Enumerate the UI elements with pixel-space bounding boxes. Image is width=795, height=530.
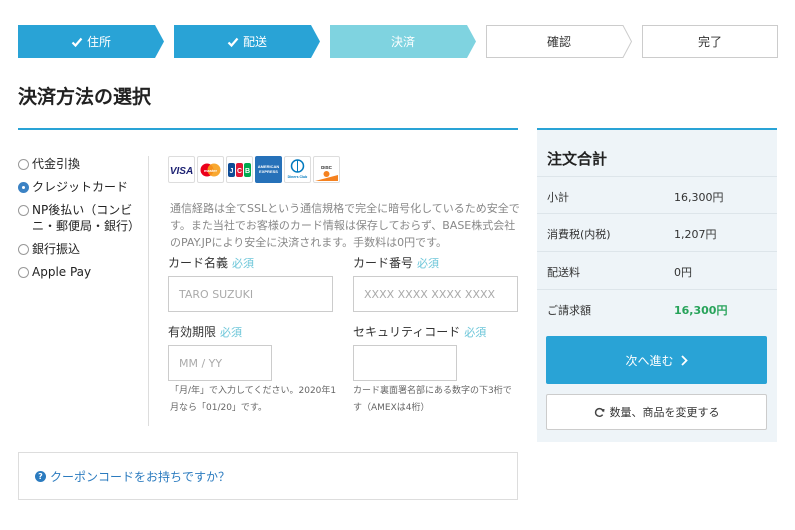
summary-row-shipping: 配送料 0円	[537, 252, 777, 290]
summary-key: 配送料	[547, 266, 580, 279]
summary-value: 0円	[674, 266, 692, 279]
step-payment-label: 決済	[390, 35, 415, 49]
summary-row-tax: 消費税(内税) 1,207円	[537, 214, 777, 252]
jcb-logo: JCB	[226, 156, 253, 183]
next-button-label: 次へ進む	[625, 353, 674, 368]
card-name-label: カード名義 必須	[168, 256, 255, 270]
section-divider	[18, 128, 518, 130]
card-number-input[interactable]: XXXX XXXX XXXX XXXX	[353, 276, 518, 312]
card-number-label: カード番号 必須	[353, 256, 440, 270]
coupon-label[interactable]: クーポンコードをお持ちですか？	[50, 468, 230, 485]
card-name-placeholder: TARO SUZUKI	[179, 287, 254, 301]
summary-row-total: ご請求額 16,300円	[537, 290, 777, 328]
cvc-hint: カード裏面署名部にある数字の下3桁です（AMEXは4桁）	[353, 386, 512, 413]
svg-text:C: C	[237, 168, 242, 175]
svg-text:EXPRESS: EXPRESS	[259, 169, 278, 174]
order-summary: 注文合計 小計 16,300円 消費税(内税) 1,207円 配送料 0円 ご請…	[537, 128, 777, 442]
required-badge: 必須	[464, 326, 487, 339]
cvc-label: セキュリティコード 必須	[353, 325, 487, 339]
step-payment: 決済	[330, 25, 476, 58]
mastercard-logo: master	[197, 156, 224, 183]
check-icon	[227, 37, 239, 47]
checkout-steps: 住所 配送 決済 確認 完了	[18, 25, 778, 58]
step-delivery-label: 配送	[242, 35, 267, 49]
method-bank-transfer-label: 銀行振込	[32, 242, 81, 256]
step-confirm-label: 確認	[546, 35, 571, 49]
svg-text:DISC: DISC	[321, 165, 333, 170]
summary-title: 注文合計	[547, 150, 608, 168]
method-apple-pay[interactable]: Apple Pay	[18, 264, 138, 280]
summary-key: 消費税(内税)	[547, 228, 611, 241]
amex-logo: AMERICAN EXPRESS	[255, 156, 282, 183]
method-np-deferred[interactable]: NP後払い（コンビニ・郵便局・銀行）	[18, 202, 141, 234]
payment-method-list: 代金引換 クレジットカード NP後払い（コンビニ・郵便局・銀行） 銀行振込 Ap…	[18, 156, 141, 287]
expiry-input[interactable]: MM / YY	[168, 345, 272, 381]
svg-text:J: J	[230, 168, 234, 175]
summary-total-value: 16,300円	[674, 304, 728, 317]
method-cod[interactable]: 代金引換	[18, 156, 138, 172]
diners-logo: Diners Club	[284, 156, 311, 183]
change-items-label: 数量、商品を変更する	[609, 406, 720, 419]
card-number-placeholder: XXXX XXXX XXXX XXXX	[364, 287, 496, 301]
required-badge: 必須	[220, 326, 243, 339]
card-brand-logos: VISA master JCB AMERICAN EXPRESS Diners C…	[168, 156, 340, 183]
step-confirm: 確認	[486, 25, 632, 58]
method-apple-pay-label: Apple Pay	[32, 265, 92, 279]
security-note: 通信経路は全てSSLという通信規格で完全に暗号化しているため安全です。また当社で…	[170, 202, 520, 249]
step-delivery: 配送	[174, 25, 320, 58]
expiry-placeholder: MM / YY	[179, 356, 223, 370]
summary-key: ご請求額	[547, 304, 591, 317]
expiry-hint: 「月/年」で入力してください。2020年1月なら「01/20」です。	[170, 386, 337, 413]
radio-apple-pay[interactable]	[18, 267, 29, 278]
expiry-label: 有効期限 必須	[168, 325, 243, 339]
svg-text:B: B	[245, 168, 250, 175]
summary-row-subtotal: 小計 16,300円	[537, 176, 777, 214]
chevron-right-icon	[680, 354, 688, 366]
summary-key: 小計	[547, 191, 569, 204]
vertical-divider	[148, 156, 149, 426]
visa-logo: VISA	[168, 156, 195, 183]
method-cod-label: 代金引換	[32, 157, 81, 171]
method-credit-card-label: クレジットカード	[32, 180, 129, 194]
step-complete-label: 完了	[697, 35, 722, 49]
check-icon	[71, 37, 83, 47]
refresh-icon	[594, 407, 605, 417]
step-address-label: 住所	[86, 35, 111, 49]
radio-cod[interactable]	[18, 159, 29, 170]
step-complete: 完了	[642, 25, 778, 58]
question-icon: ?	[35, 470, 46, 482]
required-badge: 必須	[417, 257, 440, 270]
coupon-toggle[interactable]: ? クーポンコードをお持ちですか？	[18, 452, 518, 500]
discover-logo: DISC	[313, 156, 340, 183]
card-name-input[interactable]: TARO SUZUKI	[168, 276, 333, 312]
required-badge: 必須	[232, 257, 255, 270]
step-address: 住所	[18, 25, 164, 58]
svg-text:VISA: VISA	[170, 166, 193, 176]
page-title: 決済方法の選択	[18, 86, 152, 108]
method-credit-card[interactable]: クレジットカード	[18, 179, 138, 195]
change-items-button[interactable]: 数量、商品を変更する	[546, 394, 767, 430]
method-bank-transfer[interactable]: 銀行振込	[18, 241, 138, 257]
svg-text:master: master	[204, 168, 218, 173]
svg-text:Diners Club: Diners Club	[288, 175, 308, 179]
cvc-input[interactable]	[353, 345, 457, 381]
summary-value: 16,300円	[674, 191, 724, 204]
radio-np-deferred[interactable]	[18, 205, 29, 216]
next-button[interactable]: 次へ進む	[546, 336, 767, 384]
summary-value: 1,207円	[674, 228, 717, 241]
radio-bank-transfer[interactable]	[18, 244, 29, 255]
method-np-deferred-label: NP後払い（コンビニ・郵便局・銀行）	[32, 203, 141, 233]
radio-credit-card[interactable]	[18, 182, 29, 193]
